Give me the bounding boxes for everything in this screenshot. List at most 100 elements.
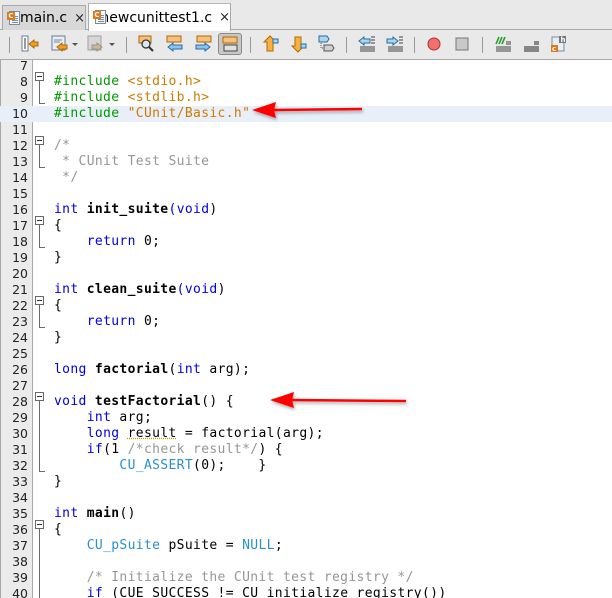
stop-macro-recording-button[interactable] — [452, 34, 472, 54]
code-line[interactable]: 11 — [0, 122, 612, 138]
code-line[interactable]: 25 — [0, 346, 612, 362]
code-line[interactable]: 26 long factorial(int arg); — [0, 362, 612, 378]
line-number: 36 — [12, 522, 28, 537]
code-line[interactable]: 12 /* — [0, 138, 612, 154]
switch-header-source-button[interactable]: hc — [549, 34, 569, 54]
code-line[interactable]: 24} — [0, 330, 612, 346]
start-macro-recording-button[interactable] — [424, 34, 444, 54]
code-text[interactable]: return 0; — [54, 314, 160, 330]
code-line[interactable]: 17 { — [0, 218, 612, 234]
tab-label: newcunittest1.c — [100, 9, 213, 26]
chevron-down-icon[interactable] — [109, 43, 115, 46]
previous-bookmark-button[interactable] — [260, 34, 280, 54]
fold-toggle-main[interactable] — [35, 520, 44, 529]
code-line[interactable]: 29 int arg; — [0, 410, 612, 426]
code-text[interactable]: if (CUE_SUCCESS != CU_initialize_registr… — [54, 586, 447, 598]
code-text[interactable]: CU_ASSERT(0); } — [54, 458, 267, 474]
tab-main-c[interactable]: C main.c × — [2, 5, 86, 30]
c-source-file-icon: C — [93, 10, 106, 25]
code-line[interactable]: 7 — [0, 60, 612, 74]
find-button[interactable] — [137, 34, 157, 54]
fold-end — [39, 99, 45, 104]
code-text[interactable]: } — [54, 330, 62, 346]
code-line[interactable]: 18 return 0; — [0, 234, 612, 250]
code-text[interactable]: void testFactorial() { — [54, 394, 234, 410]
last-edit-button[interactable] — [20, 34, 40, 54]
close-icon[interactable]: × — [219, 10, 230, 25]
code-line[interactable]: 30 long result = factorial(arg); — [0, 426, 612, 442]
toggle-highlight-search-button[interactable] — [218, 33, 242, 55]
code-line[interactable]: 32 CU_ASSERT(0); } — [0, 458, 612, 474]
code-text[interactable]: long result = factorial(arg); — [54, 426, 324, 442]
line-number: 34 — [12, 490, 28, 505]
code-line[interactable]: 36 { — [0, 522, 612, 538]
code-text[interactable]: * CUnit Test Suite — [54, 154, 209, 170]
line-number: 32 — [12, 458, 28, 473]
code-text[interactable]: { — [54, 218, 62, 234]
code-text[interactable]: int main() — [54, 506, 136, 522]
code-text[interactable]: if(1 /*check result*/) { — [54, 442, 283, 458]
find-next-button[interactable] — [193, 34, 213, 54]
shift-right-button[interactable] — [385, 34, 405, 54]
code-text[interactable]: CU_pSuite pSuite = NULL; — [54, 538, 283, 554]
toolbar-separator — [482, 37, 483, 53]
code-text[interactable]: #include "CUnit/Basic.h" — [54, 106, 250, 122]
code-line[interactable]: 37 CU_pSuite pSuite = NULL; — [0, 538, 612, 554]
code-line[interactable]: 31 if(1 /*check result*/) { — [0, 442, 612, 458]
code-line[interactable]: 21 int clean_suite(void) — [0, 282, 612, 298]
code-text[interactable]: int arg; — [54, 410, 152, 426]
code-line[interactable]: 15 — [0, 186, 612, 202]
comment-button[interactable] — [493, 34, 513, 54]
code-text[interactable]: { — [54, 298, 62, 314]
line-number: 25 — [12, 346, 28, 361]
code-text[interactable]: #include <stdlib.h> — [54, 90, 209, 106]
code-text[interactable]: int clean_suite(void) — [54, 282, 226, 298]
tab-newcunittest1-c[interactable]: C newcunittest1.c × — [88, 3, 231, 31]
chevron-down-icon[interactable] — [72, 43, 78, 46]
code-line[interactable]: 22 { — [0, 298, 612, 314]
fold-toggle-test-factorial[interactable] — [35, 392, 44, 401]
code-line[interactable]: 39 /* Initialize the CUnit test registry… — [0, 570, 612, 586]
fold-toggle-comment[interactable] — [35, 136, 44, 145]
back-button[interactable] — [50, 34, 70, 54]
toolbar-separator — [126, 37, 127, 53]
code-line[interactable]: 8 #include <stdio.h> — [0, 74, 612, 90]
fold-guide — [39, 305, 40, 323]
find-previous-button[interactable] — [165, 34, 185, 54]
code-text[interactable]: long factorial(int arg); — [54, 362, 250, 378]
fold-toggle-init-suite[interactable] — [35, 216, 44, 225]
uncomment-button[interactable] — [521, 34, 541, 54]
toggle-bookmark-button[interactable] — [316, 34, 336, 54]
code-text[interactable]: return 0; — [54, 234, 160, 250]
code-line[interactable]: 38 — [0, 554, 612, 570]
code-text[interactable]: /* — [54, 138, 70, 154]
line-number: 24 — [12, 330, 28, 345]
code-line[interactable]: 19} — [0, 250, 612, 266]
code-text[interactable]: { — [54, 522, 62, 538]
code-text[interactable]: /* Initialize the CUnit test registry */ — [54, 570, 414, 586]
code-line[interactable]: 13 * CUnit Test Suite — [0, 154, 612, 170]
shift-left-button[interactable] — [357, 34, 377, 54]
code-line[interactable]: 34 — [0, 490, 612, 506]
code-line[interactable]: 16 int init_suite(void) — [0, 202, 612, 218]
code-text[interactable]: */ — [54, 170, 79, 186]
fold-toggle-includes[interactable] — [35, 72, 44, 81]
code-line[interactable]: 33} — [0, 474, 612, 490]
line-number: 22 — [12, 298, 28, 313]
code-line[interactable]: 35 int main() — [0, 506, 612, 522]
code-text[interactable]: int init_suite(void) — [54, 202, 218, 218]
code-text[interactable]: } — [54, 474, 62, 490]
code-text[interactable]: #include <stdio.h> — [54, 74, 201, 90]
next-bookmark-button[interactable] — [288, 34, 308, 54]
code-editor[interactable]: 7 8 #include <stdio.h> 9 #include <stdlib.h>… — [0, 60, 612, 598]
line-number: 19 — [12, 250, 28, 265]
code-text[interactable]: } — [54, 250, 62, 266]
fold-toggle-clean-suite[interactable] — [35, 296, 44, 305]
code-line[interactable]: 23 return 0; — [0, 314, 612, 330]
code-line[interactable]: 20 — [0, 266, 612, 282]
close-icon[interactable]: × — [74, 11, 85, 26]
next-bookmark-icon — [290, 36, 307, 53]
forward-button[interactable] — [86, 34, 106, 54]
code-line[interactable]: 40 if (CUE_SUCCESS != CU_initialize_regi… — [0, 586, 612, 598]
code-line[interactable]: 14 */ — [0, 170, 612, 186]
